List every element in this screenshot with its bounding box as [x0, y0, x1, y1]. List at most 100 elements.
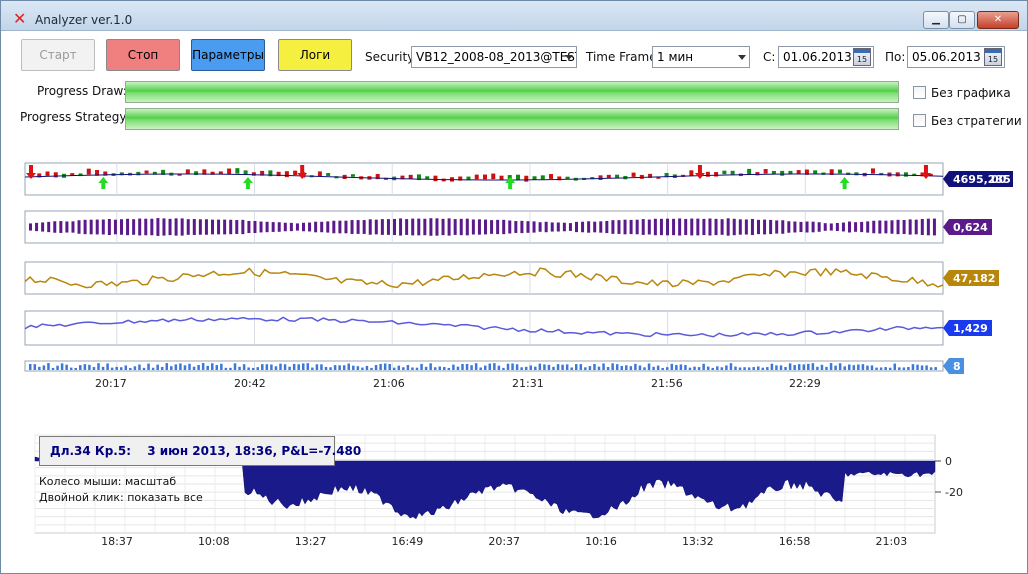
- oscillator-bar: [320, 221, 324, 233]
- equity-x-label: 13:32: [682, 535, 714, 548]
- volume-bar: [697, 367, 701, 370]
- volume-bar: [129, 367, 132, 370]
- oscillator-bar: [702, 218, 706, 236]
- volume-bar: [725, 365, 728, 370]
- oscillator-bar: [854, 222, 858, 232]
- volume-bar: [597, 366, 601, 370]
- oscillator-bar: [823, 223, 827, 231]
- time-tick-label: 21:31: [512, 377, 544, 390]
- logs-button[interactable]: Логи: [278, 39, 352, 71]
- oscillator-bar: [872, 220, 876, 234]
- oscillator-bar: [860, 221, 864, 233]
- volume-bar: [56, 365, 59, 370]
- timeframe-select[interactable]: 1 мин: [652, 46, 750, 68]
- oscillator-bar: [362, 220, 366, 234]
- volume-bar: [502, 367, 505, 370]
- volume-bar: [120, 367, 123, 370]
- progress-strategy-label: Progress Strategy:: [20, 110, 130, 124]
- volume-bar: [898, 367, 901, 370]
- price-candle: [780, 170, 785, 176]
- volume-bar: [88, 364, 91, 370]
- oscillator-bar: [132, 219, 136, 235]
- oscillator-bar: [217, 219, 221, 235]
- volume-badge-text: 8: [953, 360, 961, 373]
- volume-bar: [638, 365, 642, 370]
- volume-bar: [529, 365, 532, 370]
- oscillator-bar: [326, 221, 330, 233]
- price-candle: [747, 168, 752, 175]
- volume-bar: [706, 366, 710, 370]
- oscillator-bar: [714, 218, 718, 236]
- security-select[interactable]: VB12_2008-08_2013@TEST: [411, 46, 577, 68]
- title-bar[interactable]: ✕ Analyzer ver.1.0 ▁ ▢ ✕: [1, 1, 1027, 31]
- oscillator-bar: [848, 221, 851, 233]
- oscillator-bar: [623, 219, 627, 235]
- volume-bar: [734, 366, 737, 370]
- oscillator-bar: [775, 220, 779, 234]
- volume-bar: [170, 366, 173, 370]
- oscillator-bar: [538, 222, 542, 232]
- hint-dblclick: Двойной клик: показать все: [39, 491, 203, 504]
- price-candle: [903, 172, 908, 177]
- volume-bar: [365, 365, 369, 370]
- oscillator-bar: [617, 220, 621, 234]
- to-date-field[interactable]: 05.06.2013 15: [907, 46, 1005, 68]
- calendar-icon[interactable]: 15: [984, 48, 1002, 66]
- from-date-value: 01.06.2013: [783, 50, 852, 64]
- stop-button[interactable]: Стоп: [106, 39, 180, 71]
- indicator-charts[interactable]: 4695,235000,62447,1821,429820:17 20:42 21:…: [13, 149, 1013, 399]
- volume-bar: [929, 367, 933, 370]
- from-date-field[interactable]: 01.06.2013 15: [778, 46, 874, 68]
- volume-bar: [693, 366, 696, 370]
- start-button[interactable]: Старт: [21, 39, 95, 71]
- close-button[interactable]: ✕: [977, 11, 1019, 29]
- tooltip-pnl: 3 июн 2013, 18:36, P&L=-7.480: [147, 444, 362, 458]
- no-chart-checkbox[interactable]: [913, 86, 926, 99]
- oscillator-bar: [726, 218, 730, 236]
- equity-chart-panel[interactable]: 0 -20 18:37 10:08 13:27 16:49 20:37 10:16 13:32 1…: [15, 399, 977, 571]
- oscillator-bar: [59, 221, 63, 233]
- no-strategy-label: Без стратегии: [931, 114, 1022, 128]
- oscillator-bar: [71, 221, 75, 233]
- oscillator-bar: [544, 221, 548, 233]
- oscillator-bar: [332, 220, 336, 234]
- oscillator-bar: [204, 219, 208, 235]
- volume-bar: [625, 365, 628, 370]
- volume-bar: [820, 364, 824, 370]
- volume-bar: [584, 367, 587, 370]
- volume-bar: [656, 365, 660, 370]
- oscillator-bar: [526, 221, 530, 233]
- oscillator-bar: [556, 222, 560, 232]
- volume-bar: [784, 366, 787, 370]
- volume-bar: [916, 364, 919, 370]
- oscillator-bar: [283, 222, 287, 232]
- maximize-button[interactable]: ▢: [949, 11, 975, 29]
- volume-bar: [615, 364, 619, 370]
- oscillator-bar: [368, 219, 372, 235]
- oscillator-bar: [350, 220, 354, 234]
- oscillator-bar: [690, 218, 694, 236]
- oscillator-bar: [890, 220, 894, 234]
- price-candle: [714, 172, 719, 177]
- oscillator-bar: [932, 218, 936, 236]
- volume-bar: [388, 363, 391, 370]
- oscillator-bar: [835, 222, 839, 232]
- no-strategy-checkbox[interactable]: [913, 114, 926, 127]
- oscillator-bar: [65, 221, 69, 233]
- oscillator-bar: [744, 219, 748, 235]
- price-candle: [491, 173, 496, 180]
- calendar-icon[interactable]: 15: [853, 48, 871, 66]
- volume-bar: [156, 364, 159, 370]
- oscillator-bar: [302, 222, 305, 232]
- volume-bar: [679, 364, 683, 370]
- minimize-button[interactable]: ▁: [923, 11, 949, 29]
- oscillator-bar: [126, 218, 130, 236]
- oscillator-bar: [77, 220, 81, 234]
- volume-bar: [324, 366, 328, 370]
- parameters-button[interactable]: Параметры: [191, 39, 265, 71]
- volume-bar: [720, 367, 724, 370]
- volume-bar: [716, 366, 719, 370]
- oscillator-bar: [168, 218, 172, 236]
- price-candle: [837, 169, 842, 174]
- chevron-down-icon: [565, 55, 573, 60]
